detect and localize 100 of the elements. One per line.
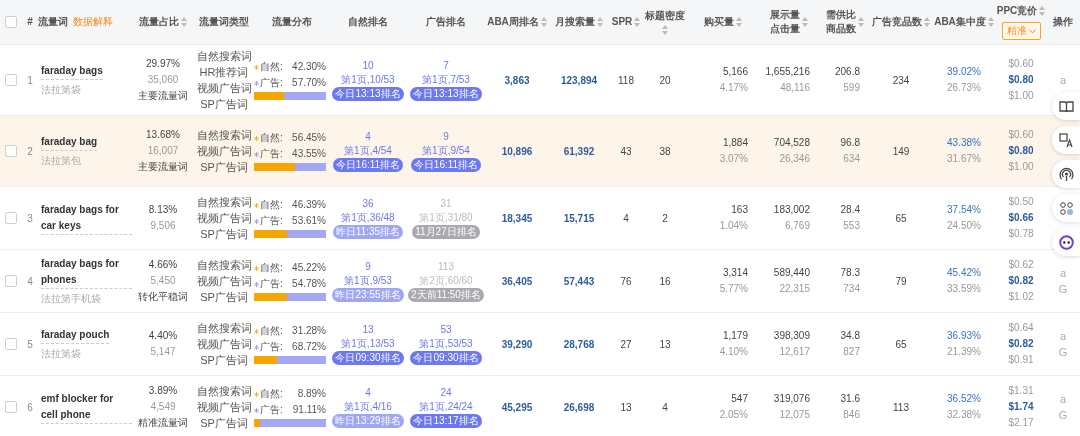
column-header: ABA周排名 (487, 15, 539, 29)
spr-value: 13 (619, 401, 633, 413)
demand-supply-ratio: 96.8 (840, 136, 860, 150)
impressions: 589,440 (773, 266, 810, 280)
keyword-type: SP广告词 (200, 353, 248, 368)
toolbar-button[interactable] (1052, 160, 1080, 188)
keyword-link[interactable]: faraday bags for phones (41, 256, 132, 289)
asterisk-icon (254, 151, 259, 157)
demand-supply-ratio: 206.8 (834, 65, 860, 79)
checkbox[interactable] (5, 212, 17, 224)
rank-time-badge: 昨日11:35排名 (332, 225, 404, 239)
rank-position: 第1页,36/48 (341, 211, 395, 224)
checkbox[interactable] (5, 16, 17, 28)
rank-number: 10 (362, 59, 374, 72)
asterisk-icon (254, 265, 259, 271)
checkbox[interactable] (5, 74, 17, 86)
column-header: ABA集中度 (934, 15, 986, 29)
distribution-label: 广告: (260, 147, 283, 161)
aba-conversion-share: 33.59% (947, 282, 981, 296)
purchase-count: 1,179 (722, 329, 748, 343)
distribution-percent: 91.11% (292, 403, 326, 417)
aba-rank: 39,290 (500, 338, 534, 350)
keyword-link[interactable]: emf blocker for cell phone (41, 390, 132, 424)
purchase-count: 5,166 (722, 65, 748, 79)
rank-time-badge: 今日13:13排名 (332, 87, 404, 101)
toolbar-button[interactable] (1052, 228, 1080, 256)
checkbox[interactable] (5, 145, 17, 157)
checkbox[interactable] (5, 275, 17, 287)
distribution-bar (254, 293, 326, 301)
checkbox[interactable] (5, 401, 17, 413)
match-type-dropdown[interactable]: 精准 (1001, 22, 1041, 40)
rank-number: 13 (362, 323, 374, 336)
action-link[interactable]: G (1058, 346, 1068, 358)
ppc-bid: $1.00 (1008, 160, 1034, 174)
distribution-label: 广告: (260, 340, 283, 354)
monthly-searches: 61,392 (562, 145, 596, 157)
keyword-translation: 法拉第手机袋 (41, 292, 101, 306)
aba-concentration: 45.42% (947, 266, 981, 280)
purchase-rate: 3.07% (719, 152, 748, 166)
rank-time-badge: 11月27日排名 (412, 225, 480, 239)
distribution-percent: 31.28% (292, 324, 326, 338)
distribution-label: 广告: (260, 277, 283, 291)
keyword-type: 自然搜索词 (196, 128, 252, 143)
traffic-share: 4.40% (148, 329, 178, 343)
traffic-volume: 16,007 (147, 144, 179, 158)
rank-time-badge: 昨日23:55排名 (332, 288, 404, 302)
impressions: 398,309 (773, 329, 810, 343)
action-link[interactable]: a (1059, 330, 1067, 342)
keyword-translation: 法拉第袋 (41, 347, 81, 361)
rank-number: 9 (443, 130, 449, 143)
row-number: 3 (26, 212, 34, 224)
toolbar-button[interactable] (1052, 92, 1080, 120)
keyword-type: 自然搜索词 (196, 321, 252, 336)
keyword-link[interactable]: faraday bags for car keys (41, 201, 132, 235)
keyword-type: SP广告词 (200, 290, 248, 305)
toolbar-button[interactable] (1052, 126, 1080, 154)
title-density: 4 (661, 401, 669, 413)
ppc-bid: $0.64 (1008, 321, 1034, 335)
monthly-searches: 123,894 (559, 74, 599, 86)
column-header: 需供比 (826, 8, 856, 22)
action-link[interactable]: a (1059, 74, 1067, 86)
action-link[interactable]: G (1058, 409, 1068, 421)
asterisk-icon (254, 202, 259, 208)
ad-competitors: 149 (891, 145, 911, 157)
action-link[interactable]: G (1058, 283, 1068, 295)
action-link[interactable]: a (1059, 267, 1067, 279)
distribution-percent: 8.89% (297, 387, 326, 401)
apps-icon (1058, 200, 1074, 216)
checkbox[interactable] (5, 338, 17, 350)
keyword-translation: 法拉第袋 (41, 83, 81, 97)
asterisk-icon (254, 80, 259, 86)
keyword-link[interactable]: faraday pouch (41, 327, 110, 344)
aba-conversion-share: 32.38% (947, 408, 981, 422)
keyword-link[interactable]: faraday bags (41, 63, 103, 80)
rank-number: 4 (365, 130, 371, 143)
aba-concentration: 43.38% (947, 136, 981, 150)
column-header: 流量词类型 (199, 15, 249, 29)
traffic-share: 29.97% (146, 57, 180, 71)
purchase-rate: 5.77% (719, 282, 748, 296)
keyword-translation: 法拉第包 (41, 154, 81, 168)
distribution-percent: 56.45% (292, 131, 326, 145)
rank-number: 4 (365, 386, 371, 399)
column-header: 月搜索量 (555, 15, 595, 29)
rank-number: 31 (440, 197, 452, 210)
rank-position: 第1页,9/53 (344, 274, 392, 287)
traffic-tag: 精准流量词 (138, 416, 188, 430)
keyword-link[interactable]: faraday bag (41, 134, 98, 151)
traffic-tag: 主要流量词 (138, 160, 188, 174)
aba-conversion-share: 21.39% (947, 345, 981, 359)
action-link[interactable]: a (1059, 393, 1067, 405)
asterisk-icon (254, 218, 259, 224)
rank-number: 24 (440, 386, 452, 399)
traffic-tag: 主要流量词 (138, 89, 188, 103)
distribution-percent: 43.55% (292, 147, 326, 161)
title-density: 13 (658, 338, 672, 350)
purchase-rate: 4.17% (719, 81, 748, 95)
help-link[interactable]: 数据解释 (73, 15, 113, 29)
ppc-bid: $0.80 (1008, 73, 1034, 87)
ad-competitors: 113 (892, 401, 910, 413)
distribution-label: 自然: (260, 324, 283, 338)
